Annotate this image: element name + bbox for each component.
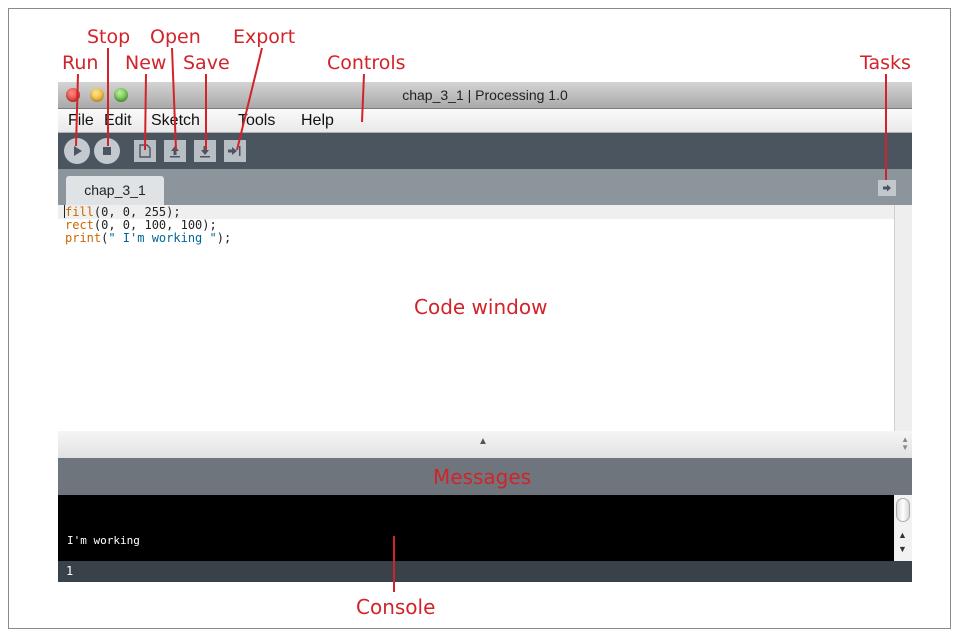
console-scroll-thumb[interactable] <box>896 498 910 522</box>
code-line: print(" I'm working "); <box>65 231 231 245</box>
processing-window: chap_3_1 | Processing 1.0 File Edit Sket… <box>58 82 912 582</box>
code-args: (0, 0, 100, 100); <box>93 218 217 232</box>
save-button[interactable] <box>194 140 216 162</box>
label-messages: Messages <box>433 465 532 489</box>
code-keyword: print <box>65 231 102 245</box>
code-keyword: rect <box>65 218 94 232</box>
play-icon <box>74 146 82 156</box>
label-stop: Stop <box>87 26 131 48</box>
label-open: Open <box>150 26 201 48</box>
stop-icon <box>103 147 111 155</box>
line-number: 1 <box>66 564 74 578</box>
code-line: rect(0, 0, 100, 100); <box>65 218 217 232</box>
code-keyword: fill <box>65 205 94 219</box>
title-bar[interactable]: chap_3_1 | Processing 1.0 <box>58 82 912 109</box>
label-save: Save <box>183 52 230 74</box>
label-code-window: Code window <box>414 295 548 319</box>
save-arrow-down-icon <box>200 146 210 158</box>
open-button[interactable] <box>164 140 186 162</box>
new-file-icon <box>139 144 151 158</box>
window-title: chap_3_1 | Processing 1.0 <box>402 87 568 103</box>
new-button[interactable] <box>134 140 156 162</box>
label-tasks: Tasks <box>860 52 911 74</box>
scroll-up-arrow-icon[interactable]: ▲ <box>898 531 907 540</box>
split-divider[interactable]: ▲ ▲ ▼ <box>58 431 912 458</box>
tab-bar: chap_3_1 <box>58 169 912 205</box>
console-output: I'm working <box>67 534 140 547</box>
export-arrow-right-icon <box>228 146 241 156</box>
stop-button[interactable] <box>94 138 120 164</box>
export-button[interactable] <box>224 140 246 162</box>
status-bar: 1 <box>58 561 912 582</box>
code-args: (0, 0, 255); <box>93 205 181 219</box>
tab-chap-3-1[interactable]: chap_3_1 <box>66 176 164 205</box>
label-export: Export <box>233 26 296 48</box>
scroll-arrows-icon[interactable]: ▲ ▼ <box>901 436 909 452</box>
menu-bar: File Edit Sketch Tools Help <box>58 109 912 133</box>
console-area[interactable]: I'm working <box>58 495 894 561</box>
arrow-right-icon <box>883 184 891 192</box>
label-new: New <box>125 52 167 74</box>
label-console: Console <box>356 595 436 619</box>
menu-tools[interactable]: Tools <box>238 112 275 130</box>
collapse-handle-icon[interactable]: ▲ <box>478 436 488 447</box>
toolbar <box>58 133 912 169</box>
editor-scrollbar[interactable] <box>894 205 912 431</box>
label-controls: Controls <box>327 52 406 74</box>
menu-file[interactable]: File <box>68 112 94 130</box>
menu-sketch[interactable]: Sketch <box>151 112 200 130</box>
scroll-down-arrow-icon[interactable]: ▼ <box>898 545 907 554</box>
open-arrow-up-icon <box>170 146 180 158</box>
label-run: Run <box>62 52 99 74</box>
code-punct: ); <box>216 231 232 245</box>
menu-help[interactable]: Help <box>301 112 334 130</box>
console-scrollbar[interactable]: ▲ ▼ <box>894 495 912 561</box>
code-line: fill(0, 0, 255); <box>58 205 894 219</box>
code-string: " I'm working " <box>108 231 217 245</box>
tasks-button[interactable] <box>878 180 896 196</box>
run-button[interactable] <box>64 138 90 164</box>
menu-edit[interactable]: Edit <box>104 112 132 130</box>
